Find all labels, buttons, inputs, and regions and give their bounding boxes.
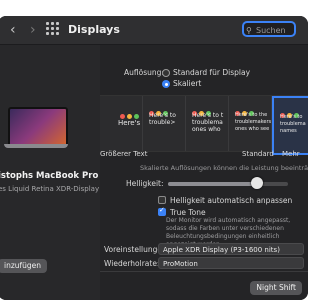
macbook-screen bbox=[8, 107, 68, 147]
tile-sample-text: Here's to the troublemakers ones who see bbox=[235, 112, 272, 132]
radio-scaled-resolution[interactable] bbox=[162, 80, 170, 88]
page-title: Displays bbox=[68, 23, 120, 36]
model-name: istophs MacBook Pro bbox=[0, 171, 99, 181]
brightness-fill bbox=[168, 182, 257, 186]
search-icon: ⚲ bbox=[246, 26, 252, 35]
auto-brightness-label: Helligkeit automatisch anpassen bbox=[170, 196, 293, 205]
resolution-tile-2[interactable]: Here's to trouble> bbox=[143, 96, 186, 151]
system-settings-window: ‹ › Displays ⚲ Suchen istophs MacBook Pr… bbox=[0, 16, 308, 300]
brightness-label: Helligkeit: bbox=[126, 179, 164, 188]
tile-sample-text: Here's to trouble> bbox=[149, 112, 176, 126]
resolution-tile-larger-text[interactable]: Here's bbox=[100, 96, 143, 151]
presets-select[interactable]: Apple XDR Display (P3-1600 nits) bbox=[158, 243, 304, 255]
search-placeholder: Suchen bbox=[256, 26, 286, 35]
resolution-tile-standard[interactable]: Here's to the troublemakers ones who see bbox=[229, 96, 272, 151]
resolution-tile-3[interactable]: Here's to t troublema ones who bbox=[186, 96, 229, 151]
tile-sample-text: Here's bbox=[118, 119, 141, 127]
macbook-image bbox=[4, 107, 68, 151]
caption-more-space: Mehr bbox=[282, 150, 300, 158]
titlebar: ‹ › Displays ⚲ Suchen bbox=[0, 16, 308, 45]
night-shift-button[interactable]: Night Shift bbox=[250, 281, 302, 295]
macbook-base bbox=[4, 144, 68, 148]
radio-scaled-label: Skaliert bbox=[173, 79, 202, 88]
caption-standard: Standard bbox=[242, 150, 274, 158]
grid-icon[interactable] bbox=[46, 22, 60, 36]
scaling-note: Skalierte Auflösungen können die Leistun… bbox=[140, 164, 308, 172]
model-subtitle: es Liquid Retina XDR-Display bbox=[0, 185, 100, 193]
display-settings: Auflösung: Standard für Display Skaliert… bbox=[100, 45, 308, 300]
chevron-left-icon[interactable]: ‹ bbox=[10, 22, 16, 38]
divider bbox=[100, 271, 308, 272]
radio-default-label: Standard für Display bbox=[173, 68, 251, 77]
chevron-right-icon[interactable]: › bbox=[30, 22, 36, 38]
auto-brightness-checkbox[interactable] bbox=[158, 196, 166, 204]
add-display-button[interactable]: inzufügen bbox=[0, 259, 48, 273]
search-input[interactable]: ⚲ Suchen bbox=[242, 21, 296, 37]
display-sidebar: istophs MacBook Pro es Liquid Retina XDR… bbox=[0, 45, 100, 300]
refresh-rate-label: Wiederholrate: bbox=[104, 259, 160, 268]
resolution-label: Auflösung: bbox=[124, 68, 164, 77]
refresh-rate-select[interactable]: ProMotion bbox=[158, 257, 304, 269]
caption-larger-text: Größerer Text bbox=[100, 150, 148, 158]
tile-sample-text: Here's to troublema names bbox=[280, 114, 306, 134]
brightness-thumb[interactable] bbox=[250, 177, 263, 189]
brightness-slider[interactable] bbox=[168, 177, 288, 189]
tile-sample-text: Here's to t troublema ones who bbox=[192, 112, 224, 133]
resolution-tile-more-space[interactable]: Here's to troublema names bbox=[272, 96, 308, 155]
true-tone-label: True Tone bbox=[170, 208, 206, 217]
radio-default-resolution[interactable] bbox=[162, 69, 170, 77]
resolution-tiles: Here's Here's to trouble> Here's to t tr… bbox=[100, 95, 308, 155]
true-tone-checkbox[interactable] bbox=[158, 206, 166, 216]
